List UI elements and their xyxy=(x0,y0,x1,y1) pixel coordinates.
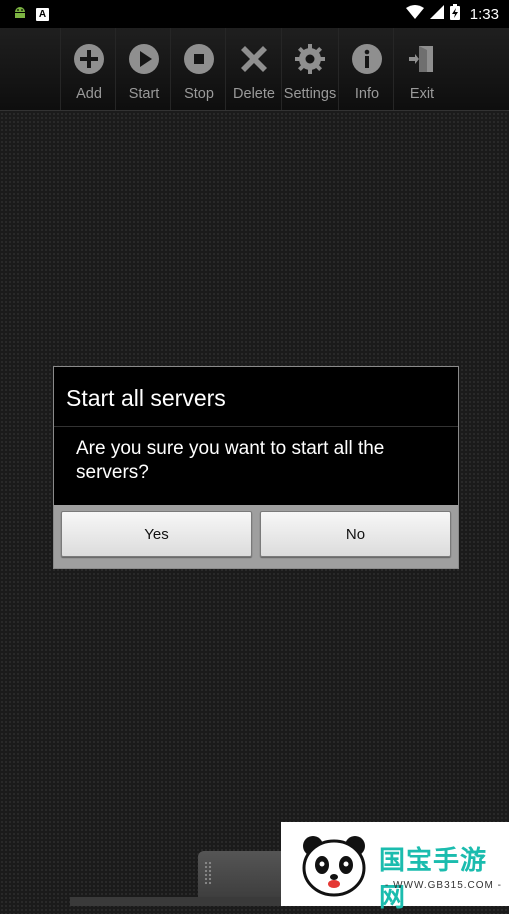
wifi-icon xyxy=(405,4,424,24)
settings-label: Settings xyxy=(283,86,337,102)
add-label: Add xyxy=(76,86,102,102)
play-icon xyxy=(129,44,159,74)
battery-charging-icon xyxy=(449,3,460,25)
no-button[interactable]: No xyxy=(260,511,451,557)
toolbar: Add Start Stop Delete Settings Info Exit xyxy=(0,28,509,111)
watermark: 国宝手游网 - WWW.GB315.COM - xyxy=(281,822,509,912)
exit-label: Exit xyxy=(409,86,435,102)
yes-button[interactable]: Yes xyxy=(61,511,252,557)
signal-icon xyxy=(429,4,444,24)
info-label: Info xyxy=(354,86,380,102)
start-button[interactable]: Start xyxy=(115,28,172,110)
bottom-bar xyxy=(70,897,285,906)
watermark-url: - WWW.GB315.COM - xyxy=(385,880,502,891)
status-bar: A 1:33 xyxy=(0,0,509,28)
stop-button[interactable]: Stop xyxy=(170,28,227,110)
settings-button[interactable]: Settings xyxy=(281,28,338,110)
a-box-icon: A xyxy=(36,7,49,21)
delete-button[interactable]: Delete xyxy=(225,28,282,110)
android-icon xyxy=(12,4,28,25)
dialog-divider xyxy=(54,426,458,427)
watermark-title: 国宝手游网 xyxy=(379,845,488,912)
dialog-title: Start all servers xyxy=(66,385,226,411)
start-label: Start xyxy=(128,86,160,102)
info-button[interactable]: Info xyxy=(338,28,395,110)
delete-label: Delete xyxy=(233,86,275,102)
clock: 1:33 xyxy=(469,5,499,23)
info-icon xyxy=(352,44,382,74)
stop-icon xyxy=(184,44,214,74)
dialog-message: Are you sure you want to start all the s… xyxy=(76,438,385,483)
exit-icon xyxy=(409,46,433,72)
exit-button[interactable]: Exit xyxy=(393,28,450,110)
add-icon xyxy=(74,44,104,74)
add-button[interactable]: Add xyxy=(60,28,117,110)
confirm-dialog: Start all servers Are you sure you want … xyxy=(53,366,459,569)
panda-logo-icon xyxy=(302,836,366,897)
delete-icon xyxy=(241,46,267,72)
stop-label: Stop xyxy=(184,86,214,102)
grip-icon xyxy=(204,861,212,885)
dialog-button-bar: Yes No xyxy=(54,505,458,568)
gear-icon xyxy=(295,44,325,74)
